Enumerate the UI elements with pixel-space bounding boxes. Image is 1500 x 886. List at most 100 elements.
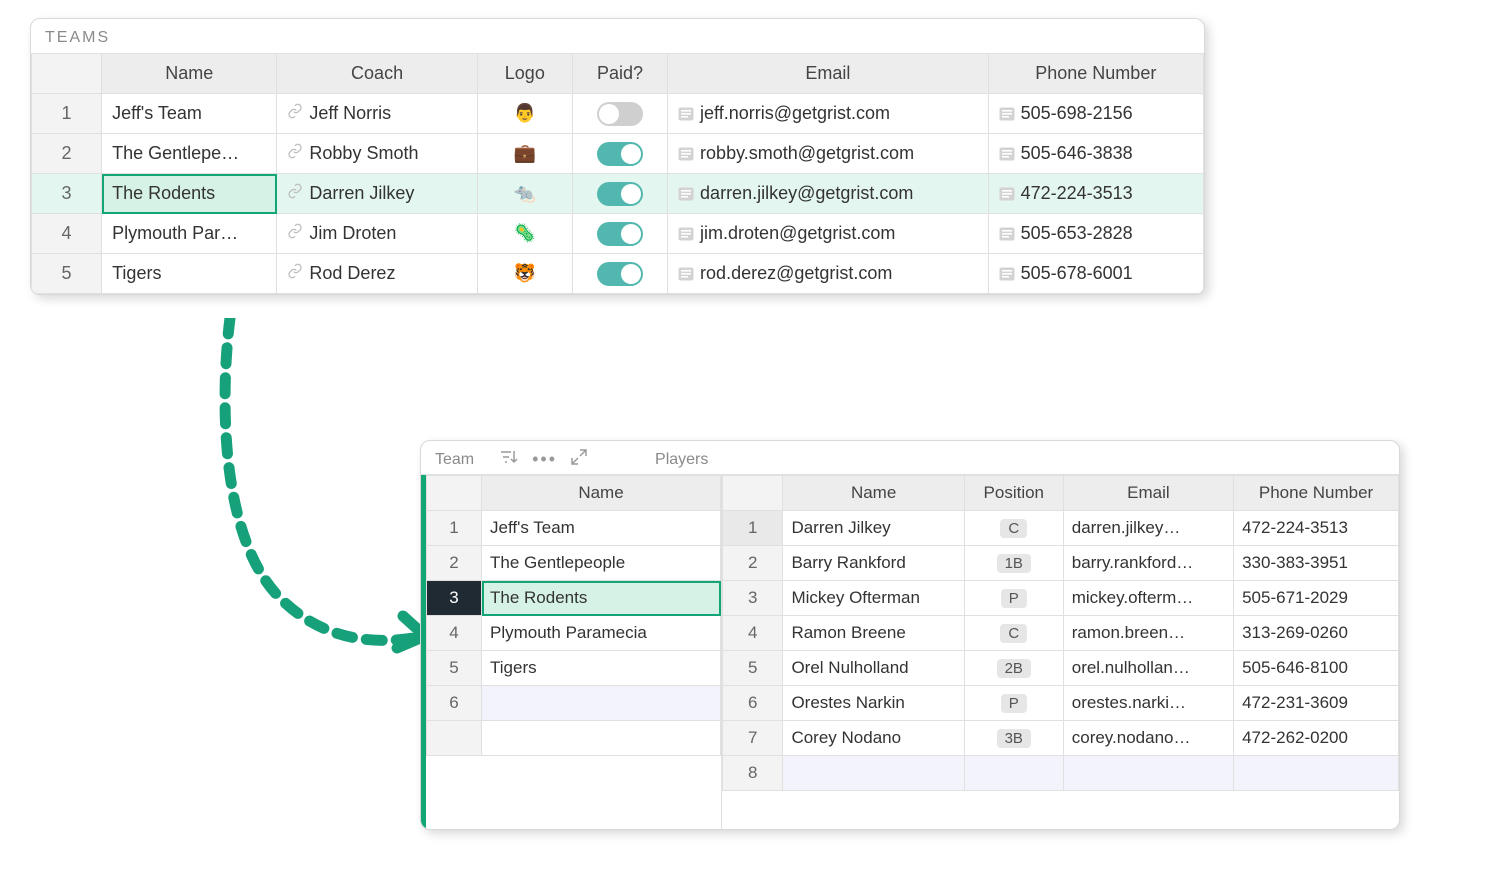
table-row[interactable]: 4Plymouth Par…Jim Droten🦠jim.droten@getg… [32, 214, 1204, 254]
cell-position[interactable]: P [964, 686, 1063, 721]
teams-table[interactable]: Name Coach Logo Paid? Email Phone Number… [31, 53, 1204, 294]
cell-logo[interactable]: 🐯 [477, 254, 572, 294]
team-mini-table[interactable]: Name 1Jeff's Team2The Gentlepeople3The R… [426, 475, 721, 756]
cell-phone[interactable]: 505-653-2828 [988, 214, 1203, 254]
cell-email[interactable]: jeff.norris@getgrist.com [668, 94, 989, 134]
table-row[interactable]: 3Mickey OftermanPmickey.ofterm…505-671-2… [723, 581, 1399, 616]
cell-position[interactable]: P [964, 581, 1063, 616]
paid-toggle[interactable] [597, 262, 643, 286]
cell-phone[interactable] [1234, 756, 1399, 791]
cell-name[interactable]: Tigers [482, 651, 721, 686]
cell-phone[interactable]: 472-262-0200 [1234, 721, 1399, 756]
paid-toggle[interactable] [597, 222, 643, 246]
cell-phone[interactable]: 472-224-3513 [1234, 511, 1399, 546]
table-row[interactable]: 8 [723, 756, 1399, 791]
cell-email[interactable]: jim.droten@getgrist.com [668, 214, 989, 254]
cell-email[interactable]: darren.jilkey@getgrist.com [668, 174, 989, 214]
col-logo[interactable]: Logo [477, 54, 572, 94]
table-row[interactable]: 7Corey Nodano3Bcorey.nodano…472-262-0200 [723, 721, 1399, 756]
table-row[interactable]: 2The Gentlepe…Robby Smoth💼robby.smoth@ge… [32, 134, 1204, 174]
pcol-name[interactable]: Name [783, 476, 964, 511]
cell-email[interactable]: orel.nulhollan… [1063, 651, 1233, 686]
more-icon[interactable]: ••• [532, 449, 557, 470]
rownum[interactable]: 6 [723, 686, 783, 721]
rownum[interactable]: 1 [32, 94, 102, 134]
cell-name[interactable] [783, 756, 964, 791]
cell-phone[interactable]: 472-231-3609 [1234, 686, 1399, 721]
cell-name[interactable]: Jeff's Team [482, 511, 721, 546]
table-row[interactable]: 5Tigers [427, 651, 721, 686]
pcol-email[interactable]: Email [1063, 476, 1233, 511]
cell-name[interactable]: The Gentlepe… [102, 134, 277, 174]
cell-paid[interactable] [572, 254, 667, 294]
table-row[interactable]: 6 [427, 686, 721, 721]
table-row[interactable]: 5Orel Nulholland2Borel.nulhollan…505-646… [723, 651, 1399, 686]
rownum[interactable]: 4 [427, 616, 482, 651]
table-row[interactable]: 2Barry Rankford1Bbarry.rankford…330-383-… [723, 546, 1399, 581]
cell-phone[interactable]: 330-383-3951 [1234, 546, 1399, 581]
cell-name[interactable]: Barry Rankford [783, 546, 964, 581]
cell-name[interactable]: Orel Nulholland [783, 651, 964, 686]
paid-toggle[interactable] [597, 102, 643, 126]
col-name[interactable]: Name [102, 54, 277, 94]
table-row[interactable]: 3The RodentsDarren Jilkey🐀darren.jilkey@… [32, 174, 1204, 214]
cell-name[interactable]: Darren Jilkey [783, 511, 964, 546]
table-row[interactable]: 4Ramon BreeneCramon.breen…313-269-0260 [723, 616, 1399, 651]
sort-filter-icon[interactable] [500, 449, 518, 470]
rownum[interactable]: 3 [32, 174, 102, 214]
rownum[interactable]: 3 [723, 581, 783, 616]
cell-name[interactable]: The Gentlepeople [482, 546, 721, 581]
rownum[interactable]: 5 [427, 651, 482, 686]
cell-position[interactable]: 1B [964, 546, 1063, 581]
table-row[interactable]: 1Jeff's TeamJeff Norris👨 jeff.norris@getg… [32, 94, 1204, 134]
cell-name[interactable]: The Rodents [482, 581, 721, 616]
cell-name[interactable]: Plymouth Paramecia [482, 616, 721, 651]
rownum[interactable]: 2 [427, 546, 482, 581]
team-mini-col-name[interactable]: Name [482, 476, 721, 511]
cell-position[interactable]: 2B [964, 651, 1063, 686]
paid-toggle[interactable] [597, 142, 643, 166]
table-row[interactable]: 6Orestes NarkinPorestes.narki…472-231-36… [723, 686, 1399, 721]
table-row[interactable]: 4Plymouth Paramecia [427, 616, 721, 651]
cell-name[interactable]: Jeff's Team [102, 94, 277, 134]
rownum[interactable]: 1 [427, 511, 482, 546]
cell-email[interactable] [1063, 756, 1233, 791]
cell-name[interactable]: Plymouth Par… [102, 214, 277, 254]
cell-paid[interactable] [572, 214, 667, 254]
cell-name[interactable] [482, 721, 721, 756]
cell-name[interactable]: Mickey Ofterman [783, 581, 964, 616]
table-row[interactable] [427, 721, 721, 756]
rownum[interactable]: 7 [723, 721, 783, 756]
cell-phone[interactable]: 505-671-2029 [1234, 581, 1399, 616]
cell-email[interactable]: ramon.breen… [1063, 616, 1233, 651]
cell-phone[interactable]: 505-646-8100 [1234, 651, 1399, 686]
rownum[interactable]: 5 [723, 651, 783, 686]
cell-coach[interactable]: Jeff Norris [277, 94, 477, 134]
cell-phone[interactable]: 505-646-3838 [988, 134, 1203, 174]
cell-coach[interactable]: Robby Smoth [277, 134, 477, 174]
cell-name[interactable]: Orestes Narkin [783, 686, 964, 721]
rownum[interactable]: 4 [723, 616, 783, 651]
cell-coach[interactable]: Jim Droten [277, 214, 477, 254]
cell-position[interactable]: 3B [964, 721, 1063, 756]
paid-toggle[interactable] [597, 182, 643, 206]
cell-logo[interactable]: 👨 [477, 94, 572, 134]
rownum[interactable]: 2 [723, 546, 783, 581]
col-paid[interactable]: Paid? [572, 54, 667, 94]
col-phone[interactable]: Phone Number [988, 54, 1203, 94]
rownum[interactable]: 6 [427, 686, 482, 721]
cell-phone[interactable]: 505-678-6001 [988, 254, 1203, 294]
cell-email[interactable]: barry.rankford… [1063, 546, 1233, 581]
col-email[interactable]: Email [668, 54, 989, 94]
cell-email[interactable]: robby.smoth@getgrist.com [668, 134, 989, 174]
table-row[interactable]: 1Jeff's Team [427, 511, 721, 546]
cell-logo[interactable]: 💼 [477, 134, 572, 174]
pcol-phone[interactable]: Phone Number [1234, 476, 1399, 511]
cell-name[interactable]: Tigers [102, 254, 277, 294]
cell-position[interactable]: C [964, 616, 1063, 651]
rownum[interactable]: 8 [723, 756, 783, 791]
cell-phone[interactable]: 472-224-3513 [988, 174, 1203, 214]
cell-logo[interactable]: 🦠 [477, 214, 572, 254]
pcol-pos[interactable]: Position [964, 476, 1063, 511]
players-table[interactable]: Name Position Email Phone Number 1Darren… [722, 475, 1399, 791]
